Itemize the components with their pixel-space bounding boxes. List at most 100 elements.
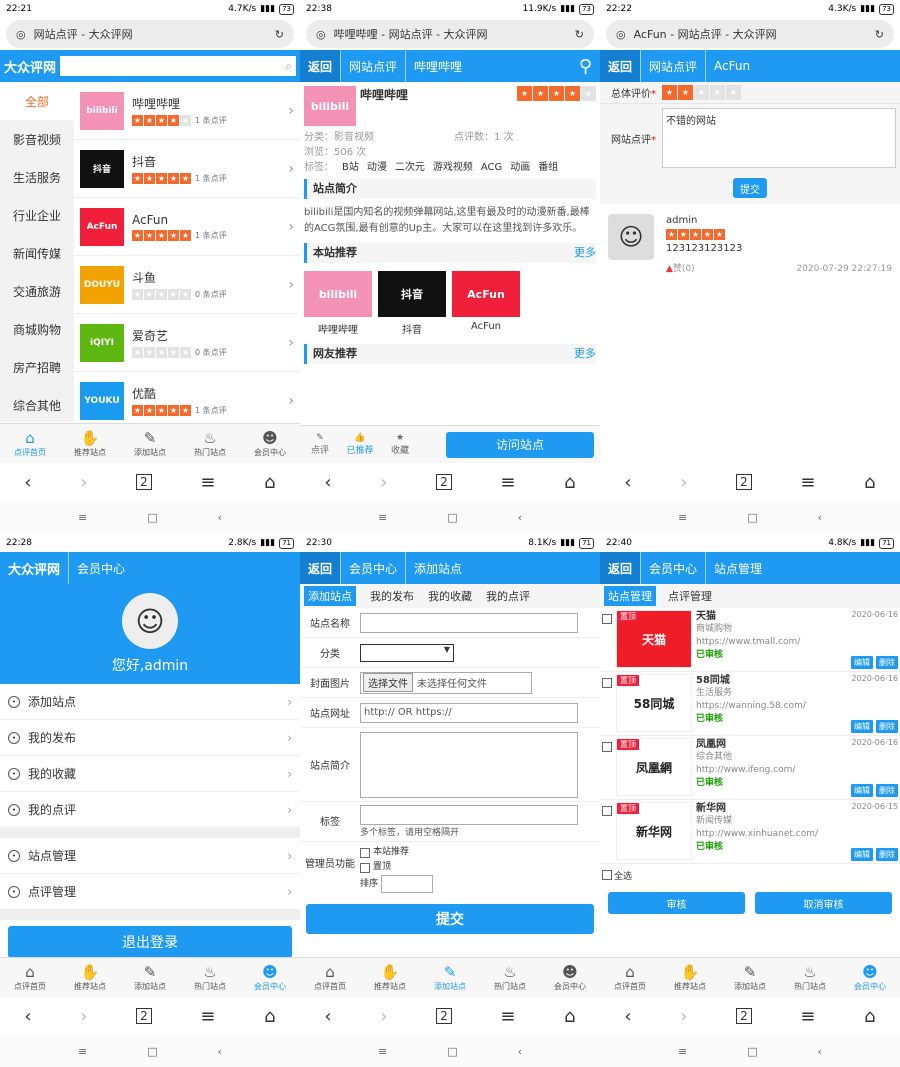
recommend-item[interactable]: 抖音 抖音: [378, 271, 446, 336]
home-button-icon[interactable]: □: [147, 511, 157, 524]
tag[interactable]: 番组: [538, 160, 558, 175]
tab-thumb[interactable]: ✋ 推荐站点: [360, 958, 420, 997]
tab-thumb[interactable]: ✋ 推荐站点: [60, 424, 120, 463]
category-item[interactable]: 新闻传媒: [0, 234, 74, 272]
sub-tab[interactable]: 站点管理: [604, 586, 656, 606]
category-item[interactable]: 交通旅游: [0, 272, 74, 310]
submit-button[interactable]: 提交: [733, 178, 767, 198]
recommend-item[interactable]: AcFun AcFun: [452, 271, 520, 336]
back-icon[interactable]: ‹: [624, 1006, 631, 1027]
recommend-checkbox[interactable]: [360, 847, 370, 858]
category-item[interactable]: 影音视频: [0, 120, 74, 158]
reload-icon[interactable]: ↻: [875, 28, 884, 41]
recent-apps-icon[interactable]: ≡: [78, 511, 87, 524]
tab-home[interactable]: ⌂ 点评首页: [0, 424, 60, 463]
menu-icon[interactable]: ≡: [200, 472, 215, 493]
menu-icon[interactable]: ≡: [800, 472, 815, 493]
site-url[interactable]: http://www.ifeng.com/: [696, 764, 847, 777]
edit-button[interactable]: 编辑: [851, 720, 873, 733]
tab-edit[interactable]: ✎ 添加站点: [120, 424, 180, 463]
back-button[interactable]: 返回: [600, 552, 641, 584]
breadcrumb-1[interactable]: 网站点评: [340, 50, 405, 82]
search-icon[interactable]: ⌕: [285, 59, 292, 74]
home-icon[interactable]: ⌂: [864, 472, 875, 493]
site-row[interactable]: iQIYI 爱奇艺 ★ ★ ★ ★ ★ 0 条点评 ›: [74, 314, 300, 372]
tabs-icon[interactable]: 2: [436, 474, 452, 490]
home-icon[interactable]: ⌂: [564, 472, 575, 493]
menu-item[interactable]: • 点评管理 ›: [0, 874, 300, 910]
tags-input[interactable]: [360, 805, 578, 825]
tag[interactable]: 动画: [510, 160, 530, 175]
reload-icon[interactable]: ↻: [575, 28, 584, 41]
unapprove-button[interactable]: 取消审核: [755, 892, 892, 914]
home-button-icon[interactable]: □: [447, 1045, 457, 1058]
back-button-icon[interactable]: ‹: [818, 1045, 822, 1058]
tab-thumb[interactable]: ✋ 推荐站点: [60, 958, 120, 997]
url-bar[interactable]: ◎ 哔哩哔哩 - 网站点评 - 大众评网 ↻: [306, 20, 594, 48]
site-row[interactable]: YOUKU 优酷 ★ ★ ★ ★ ★ 1 条点评 ›: [74, 372, 300, 422]
site-url[interactable]: https://wanning.58.com/: [696, 700, 847, 713]
overall-stars[interactable]: ★ ★ ★ ★ ★: [662, 85, 741, 100]
back-icon[interactable]: ‹: [624, 472, 631, 493]
url-bar[interactable]: ◎ AcFun - 网站点评 - 大众评网 ↻: [606, 20, 894, 48]
brand-title[interactable]: 大众评网: [0, 552, 68, 584]
delete-button[interactable]: 删除: [876, 720, 898, 733]
recommend-action[interactable]: 👍 已推荐: [340, 433, 380, 456]
home-icon[interactable]: ⌂: [564, 1006, 575, 1027]
category-item[interactable]: 商城购物: [0, 310, 74, 348]
back-button-icon[interactable]: ‹: [818, 511, 822, 524]
back-button[interactable]: 返回: [300, 552, 341, 584]
choose-file-button[interactable]: 选择文件: [363, 673, 413, 692]
review-textarea[interactable]: 不错的网站: [662, 108, 896, 168]
delete-button[interactable]: 删除: [876, 656, 898, 669]
sub-tab[interactable]: 我的收藏: [428, 588, 472, 604]
recent-apps-icon[interactable]: ≡: [78, 1045, 87, 1058]
logout-button[interactable]: 退出登录: [8, 926, 292, 958]
intro-textarea[interactable]: [360, 731, 578, 798]
forward-icon[interactable]: ›: [80, 472, 87, 493]
recommend-item[interactable]: bilibili 哔哩哔哩: [304, 271, 372, 336]
tab-thumb[interactable]: ✋ 推荐站点: [660, 958, 720, 997]
sub-tab[interactable]: 我的点评: [486, 588, 530, 604]
back-button-icon[interactable]: ‹: [218, 1045, 222, 1058]
tag[interactable]: ACG: [481, 160, 502, 175]
edit-button[interactable]: 编辑: [851, 848, 873, 861]
delete-button[interactable]: 删除: [876, 848, 898, 861]
order-input[interactable]: [381, 875, 434, 893]
menu-item[interactable]: • 添加站点 ›: [0, 684, 300, 720]
tab-flame[interactable]: ♨ 热门站点: [780, 958, 840, 997]
category-item[interactable]: 行业企业: [0, 196, 74, 234]
menu-item[interactable]: • 我的收藏 ›: [0, 756, 300, 792]
site-row[interactable]: bilibili 哔哩哔哩 ★ ★ ★ ★ ★ 1 条点评 ›: [74, 82, 300, 140]
home-button-icon[interactable]: □: [447, 511, 457, 524]
home-icon[interactable]: ⌂: [264, 472, 275, 493]
forward-icon[interactable]: ›: [80, 1006, 87, 1027]
recent-apps-icon[interactable]: ≡: [378, 1045, 387, 1058]
menu-item[interactable]: • 我的发布 ›: [0, 720, 300, 756]
back-icon[interactable]: ‹: [24, 1006, 31, 1027]
tab-user[interactable]: ☻ 会员中心: [840, 958, 900, 997]
forward-icon[interactable]: ›: [680, 1006, 687, 1027]
site-row[interactable]: AcFun AcFun ★ ★ ★ ★ ★ 1 条点评 ›: [74, 198, 300, 256]
tab-user[interactable]: ☻ 会员中心: [240, 424, 300, 463]
row-checkbox[interactable]: [602, 678, 612, 688]
approve-button[interactable]: 审核: [608, 892, 745, 914]
file-input[interactable]: 选择文件 未选择任何文件: [360, 671, 532, 694]
tab-edit[interactable]: ✎ 添加站点: [120, 958, 180, 997]
reload-icon[interactable]: ↻: [275, 28, 284, 41]
search-input[interactable]: ⌕: [60, 56, 296, 76]
sub-tab[interactable]: 点评管理: [668, 588, 712, 604]
row-checkbox[interactable]: [602, 614, 612, 624]
tab-home[interactable]: ⌂ 点评首页: [300, 958, 360, 997]
tab-user[interactable]: ☻ 会员中心: [540, 958, 600, 997]
like-count[interactable]: 赞(0): [673, 262, 695, 276]
home-button-icon[interactable]: □: [147, 1045, 157, 1058]
tab-user[interactable]: ☻ 会员中心: [240, 958, 300, 997]
tag[interactable]: 动漫: [367, 160, 387, 175]
tabs-icon[interactable]: 2: [136, 1008, 152, 1024]
category-item[interactable]: 房产招聘: [0, 348, 74, 386]
sub-tab[interactable]: 我的发布: [370, 588, 414, 604]
back-button-icon[interactable]: ‹: [518, 511, 522, 524]
back-button-icon[interactable]: ‹: [518, 1045, 522, 1058]
menu-icon[interactable]: ≡: [500, 1006, 515, 1027]
